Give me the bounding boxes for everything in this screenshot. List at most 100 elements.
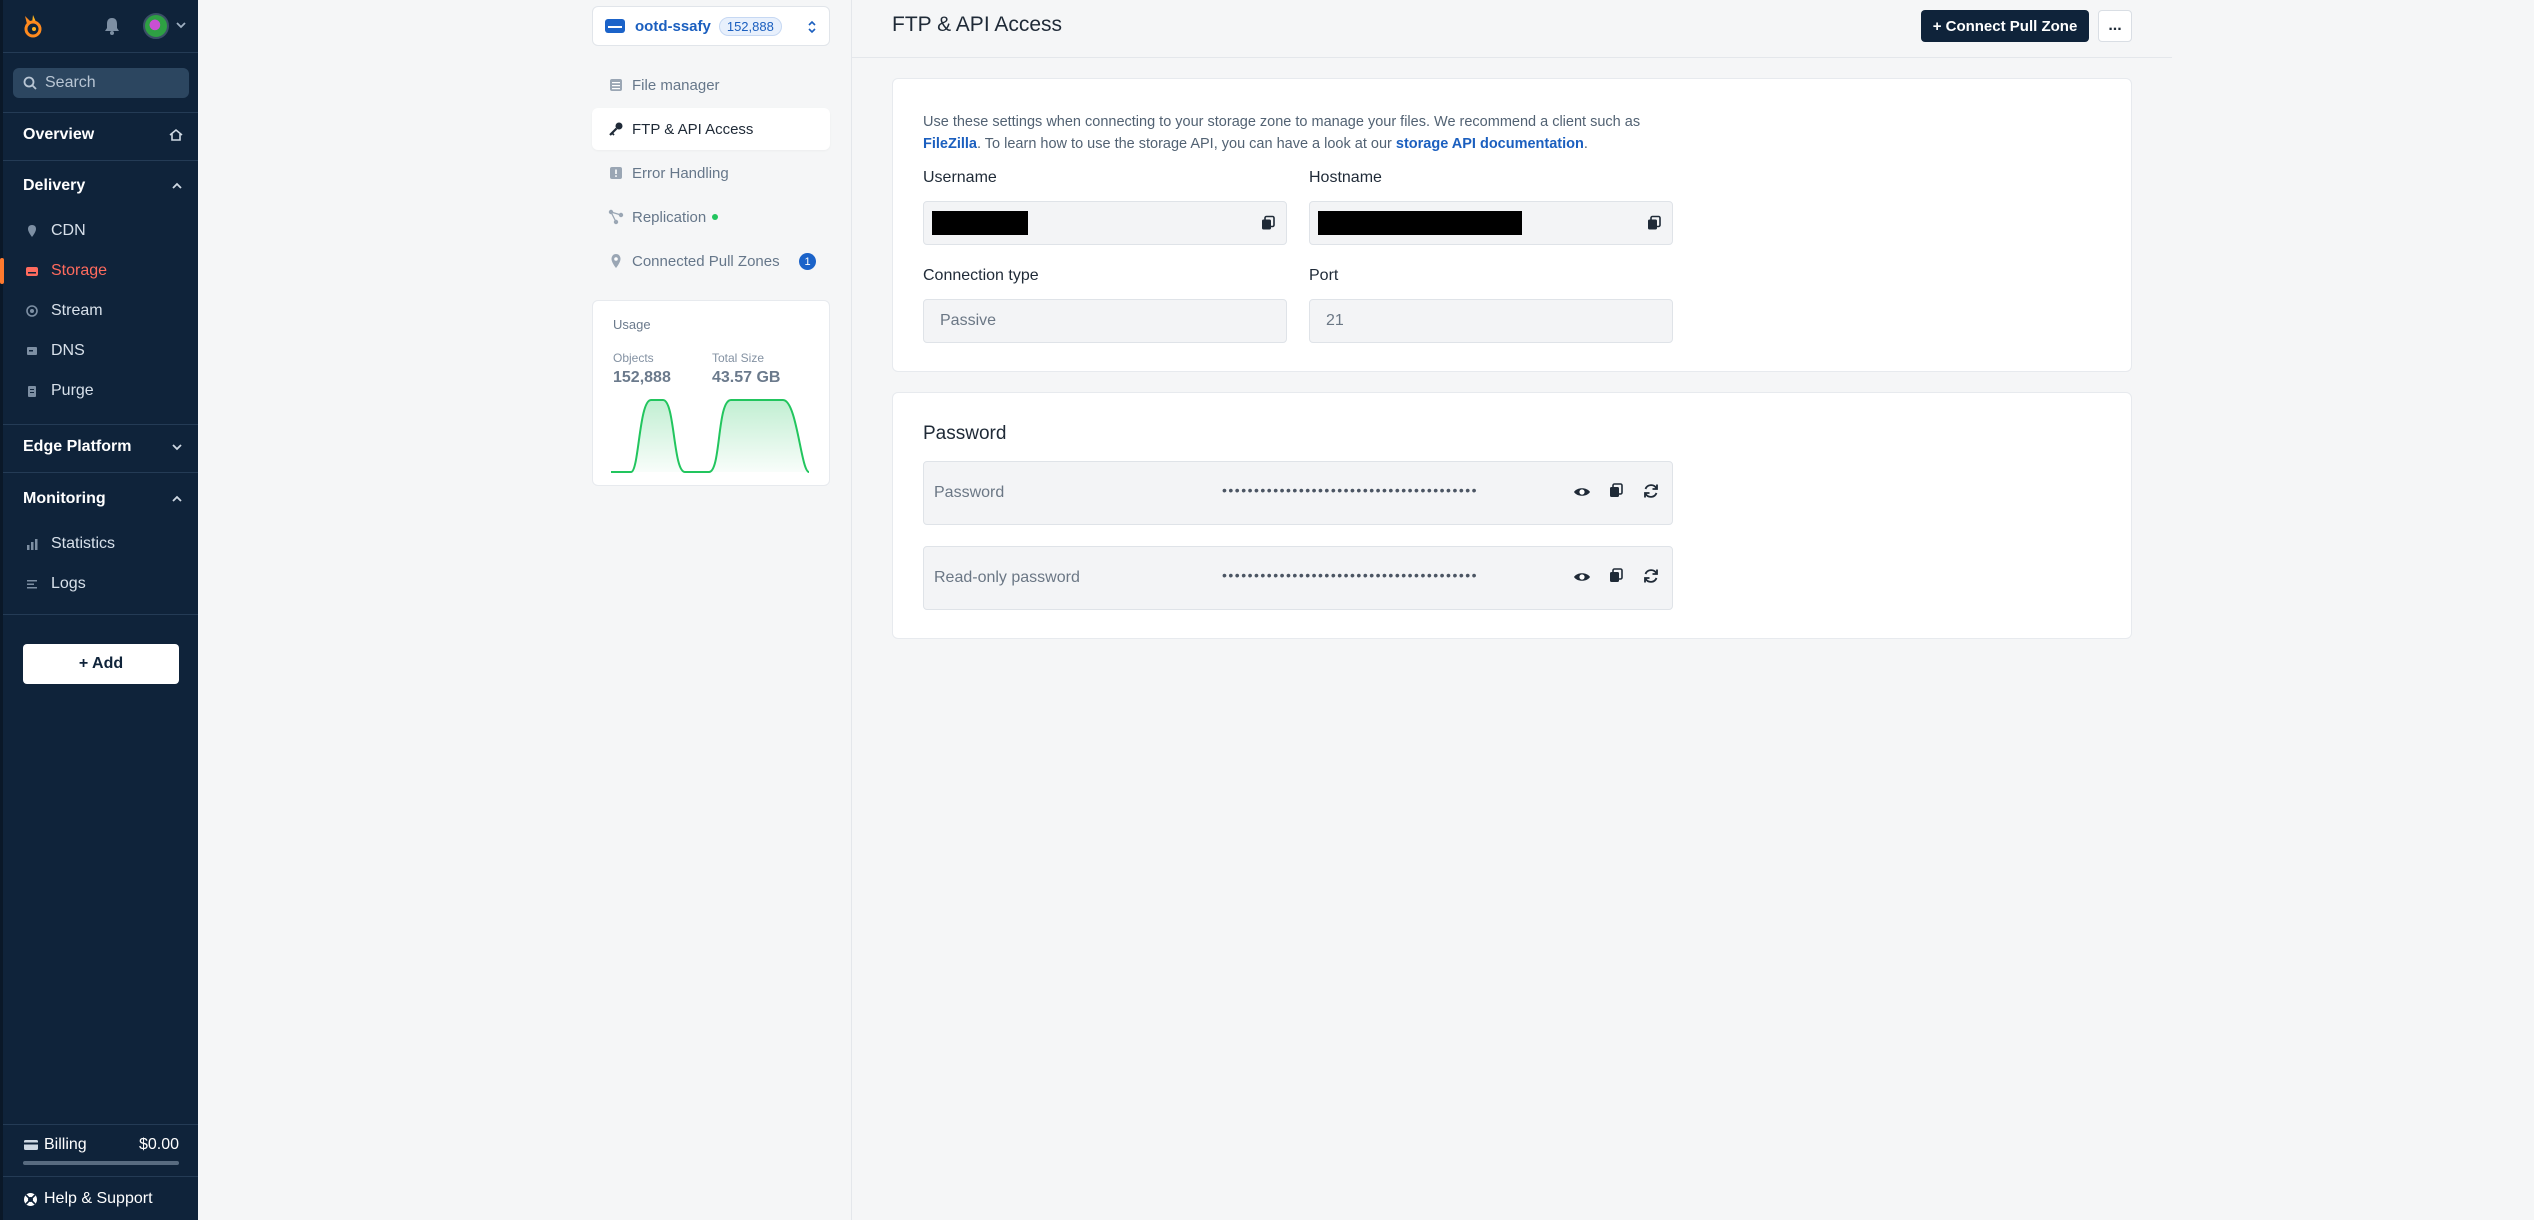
port-label: Port xyxy=(1309,267,1339,284)
usage-title: Usage xyxy=(613,317,651,332)
total-size-label: Total Size xyxy=(712,351,765,365)
total-size-value: 43.57 GB xyxy=(712,369,781,386)
copy-icon[interactable] xyxy=(1260,215,1276,231)
credit-card-icon xyxy=(24,1140,38,1150)
filezilla-link[interactable]: FileZilla xyxy=(923,136,977,152)
chevron-down-icon[interactable] xyxy=(175,20,187,30)
sidebar-item-label: Stream xyxy=(51,302,103,319)
subnav-item-label: Replication xyxy=(632,208,707,226)
add-button[interactable]: + Add xyxy=(23,644,179,684)
eye-icon[interactable] xyxy=(1572,567,1592,587)
billing-amount: $0.00 xyxy=(138,1136,179,1153)
ftp-settings-card: Use these settings when connecting to yo… xyxy=(892,78,2132,372)
search-input[interactable]: Search xyxy=(13,68,189,98)
subnav-item-replication[interactable]: Replication xyxy=(592,196,830,238)
count-badge: 1 xyxy=(799,253,816,270)
objects-value: 152,888 xyxy=(613,369,671,386)
dns-icon xyxy=(27,347,37,355)
sidebar-item-statistics[interactable]: Statistics xyxy=(3,527,198,561)
readonly-password-label: Read-only password xyxy=(934,569,1080,586)
readonly-password-row: Read-only password •••••••••••••••••••••… xyxy=(923,546,1673,610)
subnav-item-file-manager[interactable]: File manager xyxy=(592,64,830,106)
statistics-icon xyxy=(27,539,38,550)
copy-icon[interactable] xyxy=(1608,482,1624,500)
overview-label: Overview xyxy=(23,126,95,143)
sidebar-item-cdn[interactable]: CDN xyxy=(3,214,198,248)
subnav-item-error-handling[interactable]: Error Handling xyxy=(592,152,830,194)
sidebar-overview[interactable]: Overview xyxy=(23,126,183,144)
storage-zone-name: ootd-ssafy xyxy=(635,17,711,35)
lifebuoy-icon xyxy=(24,1192,37,1206)
subnav-item-label: File manager xyxy=(632,76,720,94)
port-field: 21 xyxy=(1309,299,1673,343)
subnav-item-connected-pull-zones[interactable]: Connected Pull Zones 1 xyxy=(592,240,830,282)
eye-icon[interactable] xyxy=(1572,482,1592,502)
purge-icon xyxy=(28,386,36,397)
error-icon xyxy=(610,167,622,179)
monitoring-label: Monitoring xyxy=(23,490,106,507)
refresh-icon[interactable] xyxy=(1642,482,1660,500)
divider xyxy=(3,614,198,615)
sidebar-item-purge[interactable]: Purge xyxy=(3,374,198,408)
help-support-label: Help & Support xyxy=(44,1190,153,1207)
password-label: Password xyxy=(934,484,1005,501)
divider xyxy=(3,1176,198,1177)
more-options-button[interactable]: ... xyxy=(2098,10,2132,42)
password-section-title: Password xyxy=(923,423,1007,444)
usage-card: Usage Objects 152,888 Total Size 43.57 G… xyxy=(592,300,830,486)
status-dot xyxy=(712,214,719,220)
usage-sparkline xyxy=(611,399,810,473)
avatar[interactable] xyxy=(143,13,169,39)
readonly-password-masked-value: •••••••••••••••••••••••••••••••••••••••• xyxy=(1222,567,1479,583)
sidebar-section-delivery[interactable]: Delivery xyxy=(23,177,183,195)
edge-platform-label: Edge Platform xyxy=(23,438,132,455)
delivery-label: Delivery xyxy=(23,177,86,194)
pin-icon xyxy=(611,254,621,268)
sidebar-section-monitoring[interactable]: Monitoring xyxy=(23,490,183,508)
bunny-logo-icon[interactable] xyxy=(19,12,47,40)
divider xyxy=(851,0,852,1220)
sidebar-item-dns[interactable]: DNS xyxy=(3,334,198,368)
sidebar-item-storage[interactable]: Storage xyxy=(0,254,198,288)
connect-pull-zone-button[interactable]: + Connect Pull Zone xyxy=(1921,10,2089,42)
username-field[interactable] xyxy=(923,201,1287,245)
copy-icon[interactable] xyxy=(1646,215,1662,231)
billing-label: Billing xyxy=(44,1136,87,1153)
divider xyxy=(3,472,198,473)
home-icon xyxy=(169,128,183,141)
connection-type-field: Passive xyxy=(923,299,1287,343)
sidebar-item-label: Storage xyxy=(51,262,108,279)
help-support-link[interactable]: Help & Support xyxy=(23,1190,153,1208)
divider xyxy=(3,112,198,113)
storage-zone-selector[interactable]: ootd-ssafy 152,888 xyxy=(592,6,830,46)
sidebar-item-label: DNS xyxy=(51,342,85,359)
copy-icon[interactable] xyxy=(1608,567,1624,585)
stream-icon xyxy=(26,305,38,317)
billing-link[interactable]: Billing $0.00 xyxy=(23,1136,179,1154)
chevron-updown-icon xyxy=(808,20,816,34)
sidebar-section-edge-platform[interactable]: Edge Platform xyxy=(23,438,183,456)
sidebar-item-logs[interactable]: Logs xyxy=(3,567,198,601)
redacted-hostname xyxy=(1318,211,1522,235)
username-label: Username xyxy=(923,169,997,186)
refresh-icon[interactable] xyxy=(1642,567,1660,585)
chevron-up-icon xyxy=(172,495,182,502)
hostname-field[interactable] xyxy=(1309,201,1673,245)
description-text: . xyxy=(1583,136,1588,152)
sidebar-item-stream[interactable]: Stream xyxy=(3,294,198,328)
ftp-description: Use these settings when connecting to yo… xyxy=(923,111,1683,155)
sidebar-item-label: Logs xyxy=(51,575,86,592)
divider xyxy=(3,424,198,425)
storage-api-docs-link[interactable]: storage API documentation xyxy=(1396,136,1584,152)
divider xyxy=(3,1124,198,1125)
bell-icon[interactable] xyxy=(103,16,121,36)
subnav-item-label: Connected Pull Zones xyxy=(632,252,780,270)
objects-label: Objects xyxy=(613,351,654,365)
divider xyxy=(3,52,198,53)
storage-icon xyxy=(26,267,38,276)
sidebar-item-label: Purge xyxy=(51,382,94,399)
pin-icon xyxy=(28,225,36,237)
port-value: 21 xyxy=(1326,312,1344,329)
connection-type-value: Passive xyxy=(940,312,997,329)
subnav-item-ftp-api-access[interactable]: FTP & API Access xyxy=(592,108,830,150)
